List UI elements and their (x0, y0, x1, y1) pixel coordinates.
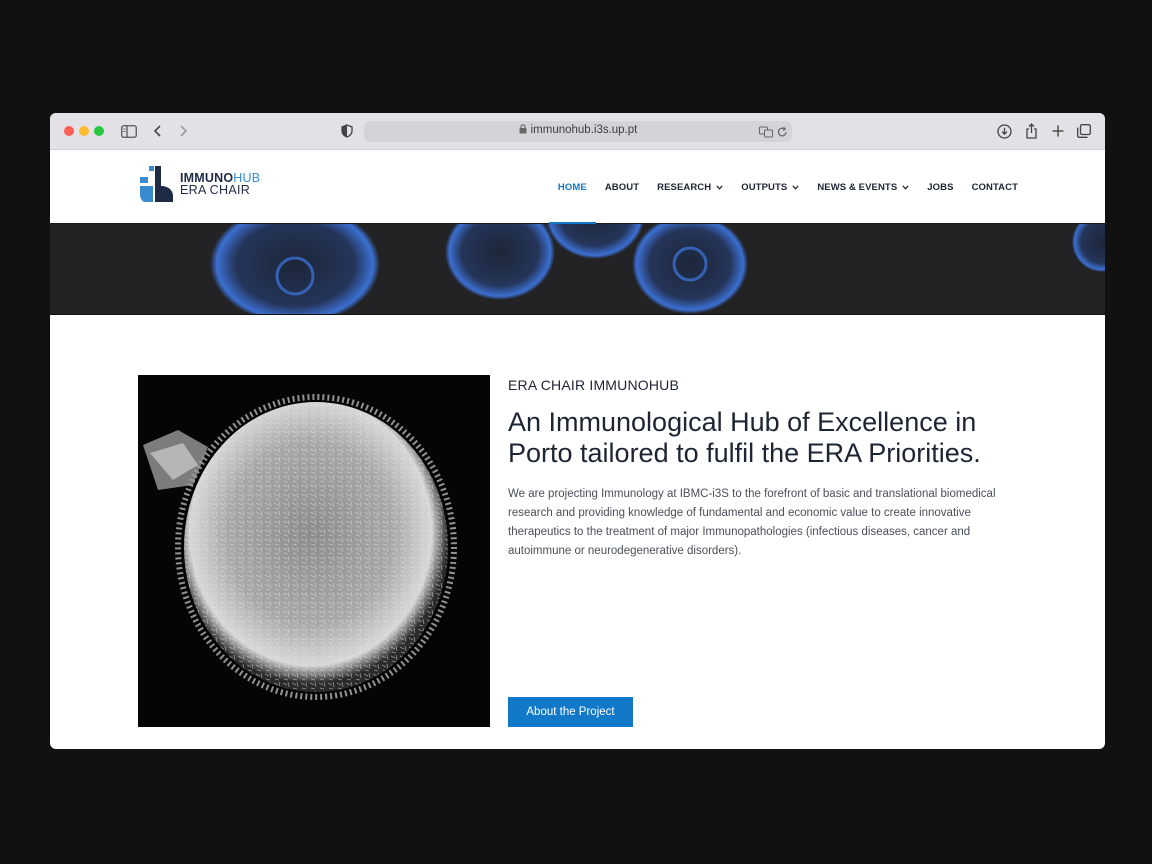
nav-item-home[interactable]: HOME (548, 150, 596, 224)
forward-icon[interactable] (178, 122, 188, 140)
tab-overview-icon[interactable] (1077, 122, 1091, 140)
section-eyebrow: ERA CHAIR IMMUNOHUB (508, 377, 680, 393)
cells-banner-image (50, 224, 1105, 314)
nav-item-research[interactable]: RESEARCH (657, 150, 723, 224)
intro-paragraph: We are projecting Immunology at IBMC-i3S… (508, 488, 996, 557)
site-logo[interactable]: IMMUNOHUB ERA CHAIR (140, 166, 260, 202)
reload-icon[interactable] (777, 123, 788, 141)
chevron-down-icon (716, 182, 723, 193)
chevron-down-icon (792, 182, 799, 193)
nav-item-jobs[interactable]: JOBS (927, 150, 953, 224)
lock-icon (519, 124, 527, 137)
logo-subtitle: ERA CHAIR (180, 183, 251, 197)
close-window-button[interactable] (64, 126, 74, 136)
sidebar-icon[interactable] (121, 122, 137, 140)
cell-micrograph-image (138, 375, 490, 727)
share-icon[interactable] (1025, 122, 1038, 140)
hero-banner (50, 224, 1105, 315)
privacy-shield-icon[interactable] (341, 122, 353, 140)
minimize-window-button[interactable] (79, 126, 89, 136)
browser-toolbar: immunohub.i3s.up.pt (50, 113, 1105, 150)
back-icon[interactable] (153, 122, 163, 140)
zoom-window-button[interactable] (94, 126, 104, 136)
address-text: immunohub.i3s.up.pt (530, 124, 638, 136)
translate-icon[interactable] (759, 123, 773, 141)
nav-item-contact[interactable]: CONTACT (972, 150, 1018, 224)
nav-item-outputs[interactable]: OUTPUTS (741, 150, 799, 224)
nav-item-news-events[interactable]: NEWS & EVENTS (817, 150, 909, 224)
immunohub-logo-icon (140, 166, 173, 202)
main-nav: HOME ABOUT RESEARCH OUTPUTS NEWS & EVENT… (540, 150, 1018, 224)
address-bar[interactable]: immunohub.i3s.up.pt (364, 121, 792, 142)
browser-window: immunohub.i3s.up.pt IMMUNOHUB ERA CHAIR … (50, 113, 1105, 749)
nav-item-about[interactable]: ABOUT (605, 150, 639, 224)
page-headline: An Immunological Hub of Excellence in Po… (508, 407, 981, 468)
about-project-button[interactable]: About the Project (508, 697, 633, 727)
chevron-down-icon (902, 182, 909, 193)
site-header: IMMUNOHUB ERA CHAIR HOME ABOUT RESEARCH … (50, 150, 1105, 224)
downloads-icon[interactable] (997, 122, 1012, 140)
new-tab-icon[interactable] (1052, 122, 1064, 140)
